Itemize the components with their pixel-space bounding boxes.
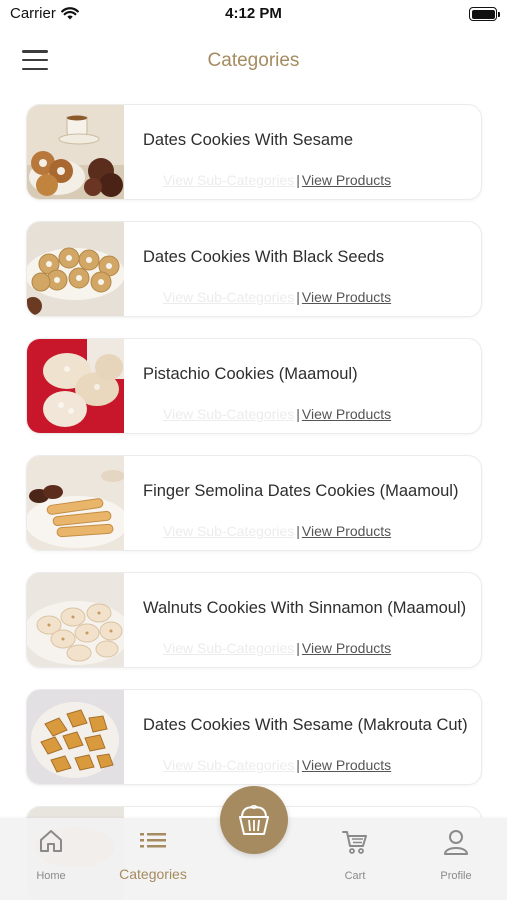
tab-cart[interactable]: Cart bbox=[305, 818, 405, 900]
tab-home[interactable]: Home bbox=[1, 818, 101, 900]
category-links: View Sub-Categories | View Products bbox=[163, 406, 391, 422]
home-icon bbox=[40, 830, 62, 852]
view-products-link[interactable]: View Products bbox=[302, 757, 391, 773]
tab-cart-label: Cart bbox=[344, 870, 366, 882]
list-icon bbox=[140, 833, 166, 848]
view-products-link[interactable]: View Products bbox=[302, 523, 391, 539]
tab-profile-label: Profile bbox=[440, 870, 472, 882]
status-bar: Carrier 4:12 PM bbox=[0, 0, 507, 30]
cart-icon bbox=[342, 831, 367, 854]
category-image bbox=[27, 456, 124, 550]
link-separator: | bbox=[296, 406, 300, 422]
category-image bbox=[27, 222, 124, 316]
view-products-link[interactable]: View Products bbox=[302, 289, 391, 305]
link-separator: | bbox=[296, 289, 300, 305]
page-title: Categories bbox=[207, 50, 300, 71]
tab-categories-label: Categories bbox=[119, 866, 187, 882]
category-links: View Sub-Categories | View Products bbox=[163, 757, 391, 773]
category-card[interactable]: Dates Cookies With Sesame View Sub-Categ… bbox=[26, 104, 482, 200]
category-image bbox=[27, 339, 124, 433]
category-card[interactable]: Walnuts Cookies With Sinnamon (Maamoul) … bbox=[26, 572, 482, 668]
link-separator: | bbox=[296, 757, 300, 773]
category-card[interactable]: Finger Semolina Dates Cookies (Maamoul) … bbox=[26, 455, 482, 551]
center-home-button[interactable] bbox=[220, 786, 288, 854]
category-card[interactable]: Pistachio Cookies (Maamoul) View Sub-Cat… bbox=[26, 338, 482, 434]
tab-profile[interactable]: Profile bbox=[406, 818, 506, 900]
view-subcategories-link[interactable]: View Sub-Categories bbox=[163, 172, 294, 188]
category-title: Pistachio Cookies (Maamoul) bbox=[143, 365, 358, 383]
category-title: Dates Cookies With Sesame bbox=[143, 131, 353, 149]
category-title: Finger Semolina Dates Cookies (Maamoul) bbox=[143, 482, 459, 500]
nav-bar: Categories bbox=[0, 36, 507, 84]
category-image bbox=[27, 573, 124, 667]
category-list: Dates Cookies With Sesame View Sub-Categ… bbox=[26, 104, 482, 900]
view-subcategories-link[interactable]: View Sub-Categories bbox=[163, 289, 294, 305]
view-subcategories-link[interactable]: View Sub-Categories bbox=[163, 406, 294, 422]
category-links: View Sub-Categories | View Products bbox=[163, 523, 391, 539]
view-subcategories-link[interactable]: View Sub-Categories bbox=[163, 523, 294, 539]
category-links: View Sub-Categories | View Products bbox=[163, 289, 391, 305]
view-products-link[interactable]: View Products bbox=[302, 406, 391, 422]
tab-categories[interactable]: Categories bbox=[103, 818, 203, 900]
category-title: Dates Cookies With Black Seeds bbox=[143, 248, 385, 266]
category-card[interactable]: Dates Cookies With Sesame (Makrouta Cut)… bbox=[26, 689, 482, 785]
category-image bbox=[27, 105, 124, 199]
link-separator: | bbox=[296, 172, 300, 188]
category-title: Dates Cookies With Sesame (Makrouta Cut) bbox=[143, 716, 468, 734]
category-image bbox=[27, 690, 124, 784]
view-products-link[interactable]: View Products bbox=[302, 640, 391, 656]
view-subcategories-link[interactable]: View Sub-Categories bbox=[163, 757, 294, 773]
view-subcategories-link[interactable]: View Sub-Categories bbox=[163, 640, 294, 656]
link-separator: | bbox=[296, 523, 300, 539]
status-time: 4:12 PM bbox=[225, 5, 282, 22]
battery-icon bbox=[469, 7, 500, 21]
category-links: View Sub-Categories | View Products bbox=[163, 640, 391, 656]
link-separator: | bbox=[296, 640, 300, 656]
cupcake-icon bbox=[239, 804, 269, 835]
category-title: Walnuts Cookies With Sinnamon (Maamoul) bbox=[143, 599, 467, 617]
tab-home-label: Home bbox=[36, 870, 66, 882]
category-card[interactable]: Dates Cookies With Black Seeds View Sub-… bbox=[26, 221, 482, 317]
profile-icon bbox=[444, 830, 468, 855]
view-products-link[interactable]: View Products bbox=[302, 172, 391, 188]
category-links: View Sub-Categories | View Products bbox=[163, 172, 391, 188]
